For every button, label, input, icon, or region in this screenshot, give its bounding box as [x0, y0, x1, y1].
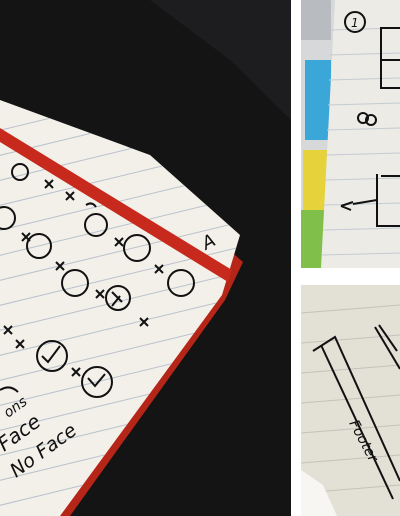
notepad-photo: Footer — [301, 285, 400, 516]
blue-object — [305, 60, 331, 140]
photo-collage: A ons Face No Face 1 Footer — [0, 0, 400, 516]
notebook-photo-panel: A ons Face No Face — [0, 0, 291, 516]
footer-sketch-panel: Footer — [301, 285, 400, 516]
layout-sketch-panel: 1 — [301, 0, 400, 268]
green-object — [301, 210, 325, 268]
notepad-photo: 1 — [301, 0, 400, 268]
notebook-photo: A ons Face No Face — [0, 0, 291, 516]
page-number: 1 — [351, 16, 359, 30]
